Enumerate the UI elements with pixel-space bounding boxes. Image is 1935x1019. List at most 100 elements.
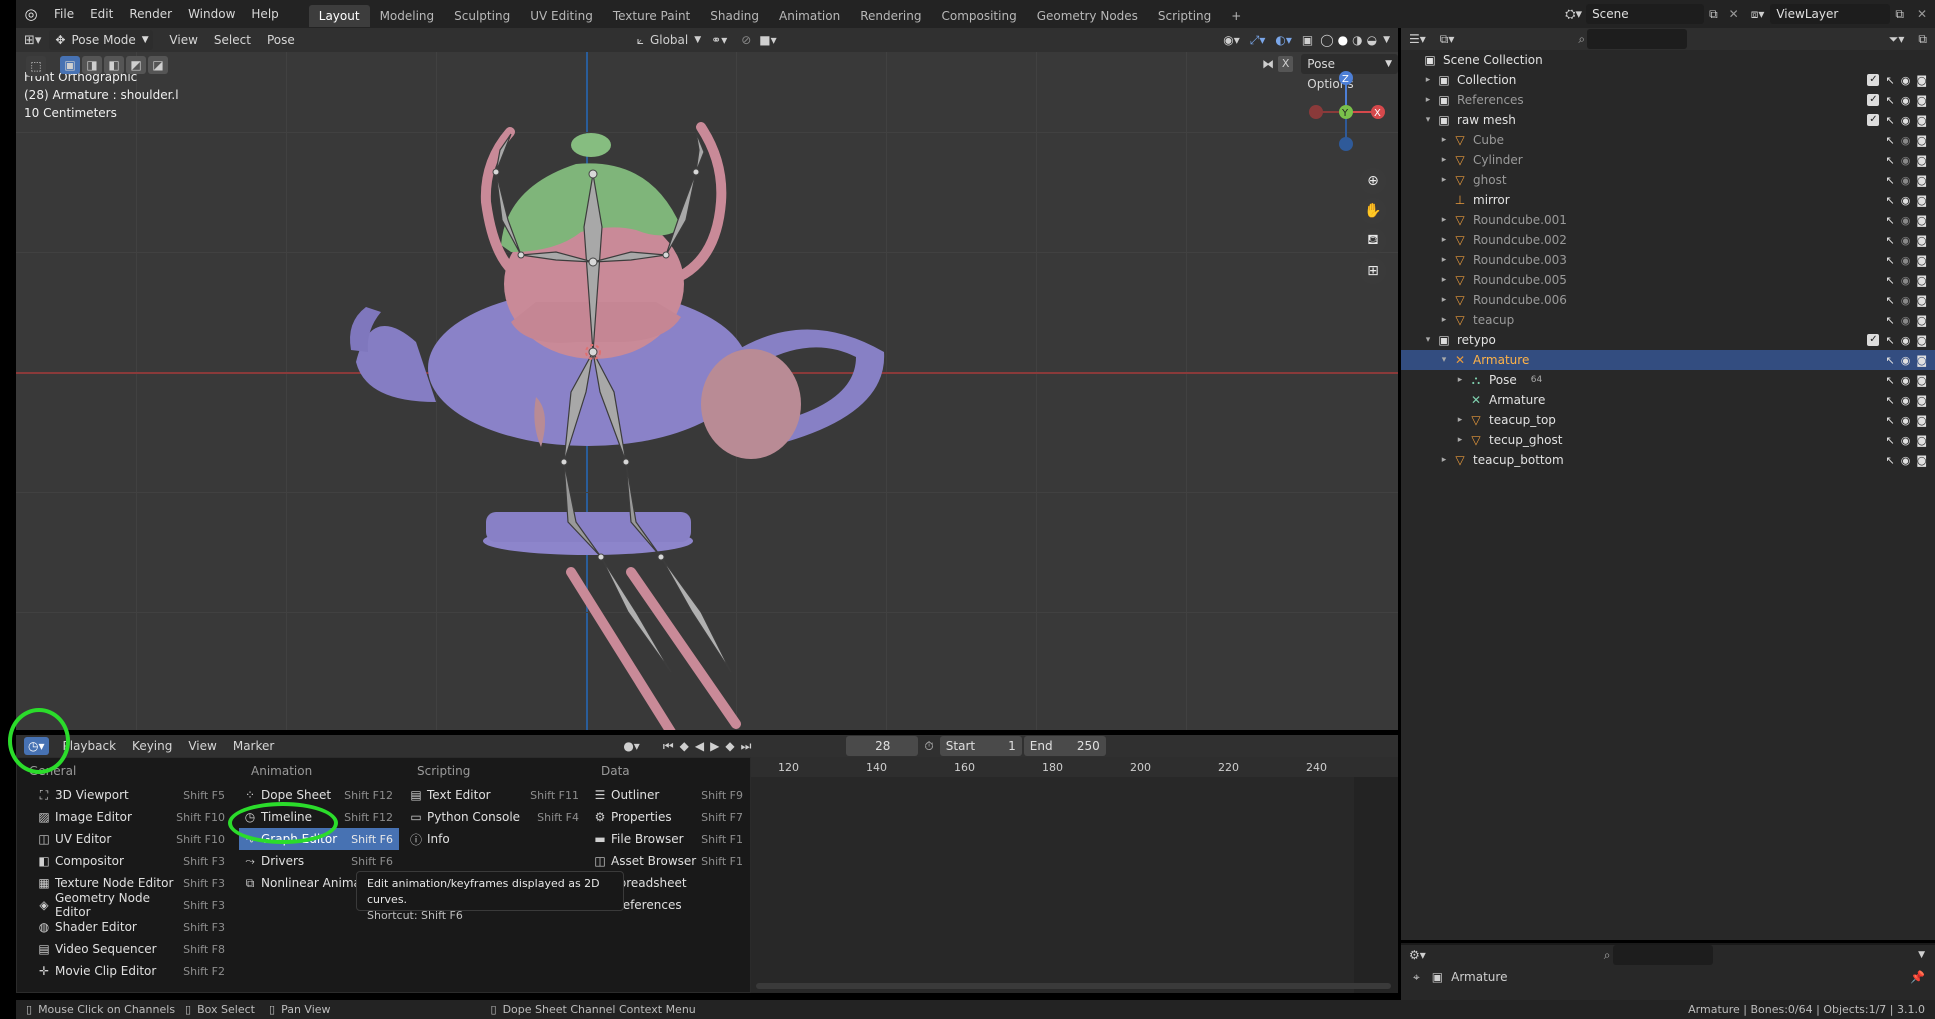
expand-arrow-icon[interactable]: ▸ [1437,295,1451,305]
menu-marker[interactable]: Marker [225,739,282,753]
object-tab-icon[interactable]: ⌖ [1413,970,1420,985]
tab-rendering[interactable]: Rendering [850,5,931,27]
render-camera-icon[interactable]: ◙ [1916,154,1927,167]
tab-modeling[interactable]: Modeling [370,5,445,27]
render-camera-icon[interactable]: ◙ [1916,294,1927,307]
outliner-row[interactable]: ▸ ⛬ Pose 64 ↖ ◉ ◙ [1401,370,1935,390]
select-toggle-icon[interactable]: ↖ [1885,94,1894,107]
expand-arrow-icon[interactable]: ▸ [1453,415,1467,425]
menu-item-outliner[interactable]: ☰ Outliner Shift F9 [589,784,749,806]
pin-icon[interactable]: 📌 [1900,970,1935,984]
visibility-eye-icon[interactable]: ◉ [1901,114,1911,127]
transform-orientation-dropdown[interactable]: ⟀ Global ▼ [637,33,701,48]
render-camera-icon[interactable]: ◙ [1916,414,1927,427]
select-toggle-icon[interactable]: ↖ [1885,394,1894,407]
menu-select[interactable]: Select [206,33,259,47]
render-camera-icon[interactable]: ◙ [1916,334,1927,347]
menu-item-python-console[interactable]: ▭ Python Console Shift F4 [405,806,585,828]
editor-type-icon[interactable]: ☰▾ [1401,32,1434,46]
add-workspace-button[interactable]: + [1221,5,1251,27]
select-toggle-icon[interactable]: ↖ [1885,374,1894,387]
expand-arrow-icon[interactable]: ▸ [1453,375,1467,385]
menu-view[interactable]: View [161,33,205,47]
select-tool-icon[interactable]: ⬚ [26,56,46,76]
visibility-eye-icon[interactable]: ◉ [1901,174,1911,187]
tab-geometry-nodes[interactable]: Geometry Nodes [1027,5,1148,27]
outliner-row[interactable]: ▸ ▽ ghost ↖ ◉ ◙ [1401,170,1935,190]
render-camera-icon[interactable]: ◙ [1916,74,1927,87]
outliner-row[interactable]: ▸ ▽ teacup ↖ ◉ ◙ [1401,310,1935,330]
expand-arrow-icon[interactable]: ▸ [1437,275,1451,285]
select-toggle-icon[interactable]: ↖ [1885,434,1894,447]
new-collection-icon[interactable]: ⧉ [1910,32,1935,47]
outliner-row[interactable]: ▸ ▽ Roundcube.003 ↖ ◉ ◙ [1401,250,1935,270]
tab-scripting[interactable]: Scripting [1148,5,1221,27]
menu-pose[interactable]: Pose [259,33,303,47]
expand-arrow-icon[interactable]: ▸ [1437,235,1451,245]
end-frame-field[interactable]: End 250 [1023,736,1106,756]
exclude-checkbox[interactable]: ✓ [1867,74,1880,86]
3d-viewport[interactable]: Front Orthographic (28) Armature : shoul… [16,52,1398,730]
menu-item-3d-viewport[interactable]: ⛶ 3D Viewport Shift F5 [33,784,231,806]
expand-arrow-icon[interactable]: ▸ [1437,215,1451,225]
rendered-shading-icon[interactable]: ◒ [1365,33,1379,47]
editor-type-icon[interactable]: ⊞▾ [16,33,49,48]
menu-window[interactable]: Window [180,0,243,28]
visibility-eye-icon[interactable]: ◉ [1901,334,1911,347]
exclude-checkbox[interactable]: ✓ [1867,334,1880,346]
camera-icon[interactable]: ⛾ [1360,228,1386,254]
render-camera-icon[interactable]: ◙ [1916,114,1927,127]
visibility-eye-icon[interactable]: ◉ [1901,294,1911,307]
record-icon[interactable]: ●▾ [617,739,646,753]
tab-uv-editing[interactable]: UV Editing [520,5,603,27]
hand-pan-icon[interactable]: ✋ [1360,198,1386,224]
menu-item-asset-browser[interactable]: ◫ Asset Browser Shift F1 [589,850,749,872]
play-reverse-icon[interactable]: ◀ [692,739,707,753]
visibility-eye-icon[interactable]: ◉ [1901,234,1911,247]
outliner-row[interactable]: ▸ ▽ teacup_bottom ↖ ◉ ◙ [1401,450,1935,470]
expand-arrow-icon[interactable]: ▸ [1421,95,1435,105]
render-camera-icon[interactable]: ◙ [1916,354,1927,367]
select-toggle-icon[interactable]: ↖ [1885,234,1894,247]
visibility-eye-icon[interactable]: ◉ [1901,274,1911,287]
visibility-eye-icon[interactable]: ◉ [1901,74,1911,87]
select-subtract-icon[interactable]: ◧ [104,56,124,74]
expand-arrow-icon[interactable]: ▸ [1437,175,1451,185]
pivot-icon[interactable]: ⚭▾ [701,33,737,47]
prev-keyframe-icon[interactable]: ◆ [677,739,692,753]
select-toggle-icon[interactable]: ↖ [1885,314,1894,327]
expand-arrow-icon[interactable]: ▾ [1421,335,1435,345]
tab-animation[interactable]: Animation [769,5,850,27]
snap-icon[interactable]: ⊘ [737,33,755,47]
expand-arrow-icon[interactable]: ▸ [1453,435,1467,445]
jump-end-icon[interactable]: ⏭ [738,739,755,754]
select-new-icon[interactable]: ▣ [60,56,80,74]
view-layer-field[interactable]: ViewLayer [1770,4,1891,24]
select-extend-icon[interactable]: ◨ [82,56,102,74]
properties-search-input[interactable] [1612,945,1713,965]
outliner-row[interactable]: ⊥ mirror ↖ ◉ ◙ [1401,190,1935,210]
menu-item-shader-editor[interactable]: ◍ Shader Editor Shift F3 [33,916,231,938]
play-icon[interactable]: ▶ [707,739,722,753]
visibility-eye-icon[interactable]: ◉ [1901,414,1911,427]
menu-render[interactable]: Render [121,0,180,28]
expand-arrow-icon[interactable]: ▸ [1437,135,1451,145]
select-toggle-icon[interactable]: ↖ [1885,214,1894,227]
render-camera-icon[interactable]: ◙ [1916,174,1927,187]
outliner-search-input[interactable] [1587,29,1688,49]
next-keyframe-icon[interactable]: ◆ [722,739,737,753]
scene-field[interactable]: Scene [1586,4,1705,24]
visibility-eye-icon[interactable]: ◉ [1901,354,1911,367]
render-camera-icon[interactable]: ◙ [1916,194,1927,207]
menu-item-file-browser[interactable]: ▬ File Browser Shift F1 [589,828,749,850]
menu-item-geometry-node-editor[interactable]: ◈ Geometry Node Editor Shift F3 [33,891,231,919]
render-camera-icon[interactable]: ◙ [1916,274,1927,287]
proportional-icon[interactable]: ■▾ [755,33,780,47]
render-camera-icon[interactable]: ◙ [1916,94,1927,107]
select-toggle-icon[interactable]: ↖ [1885,194,1894,207]
mode-dropdown[interactable]: ✥ Pose Mode ▼ [49,30,154,50]
select-toggle-icon[interactable]: ↖ [1885,254,1894,267]
tab-texture-paint[interactable]: Texture Paint [603,5,700,27]
menu-help[interactable]: Help [243,0,286,28]
solid-shading-icon[interactable]: ● [1336,33,1350,47]
